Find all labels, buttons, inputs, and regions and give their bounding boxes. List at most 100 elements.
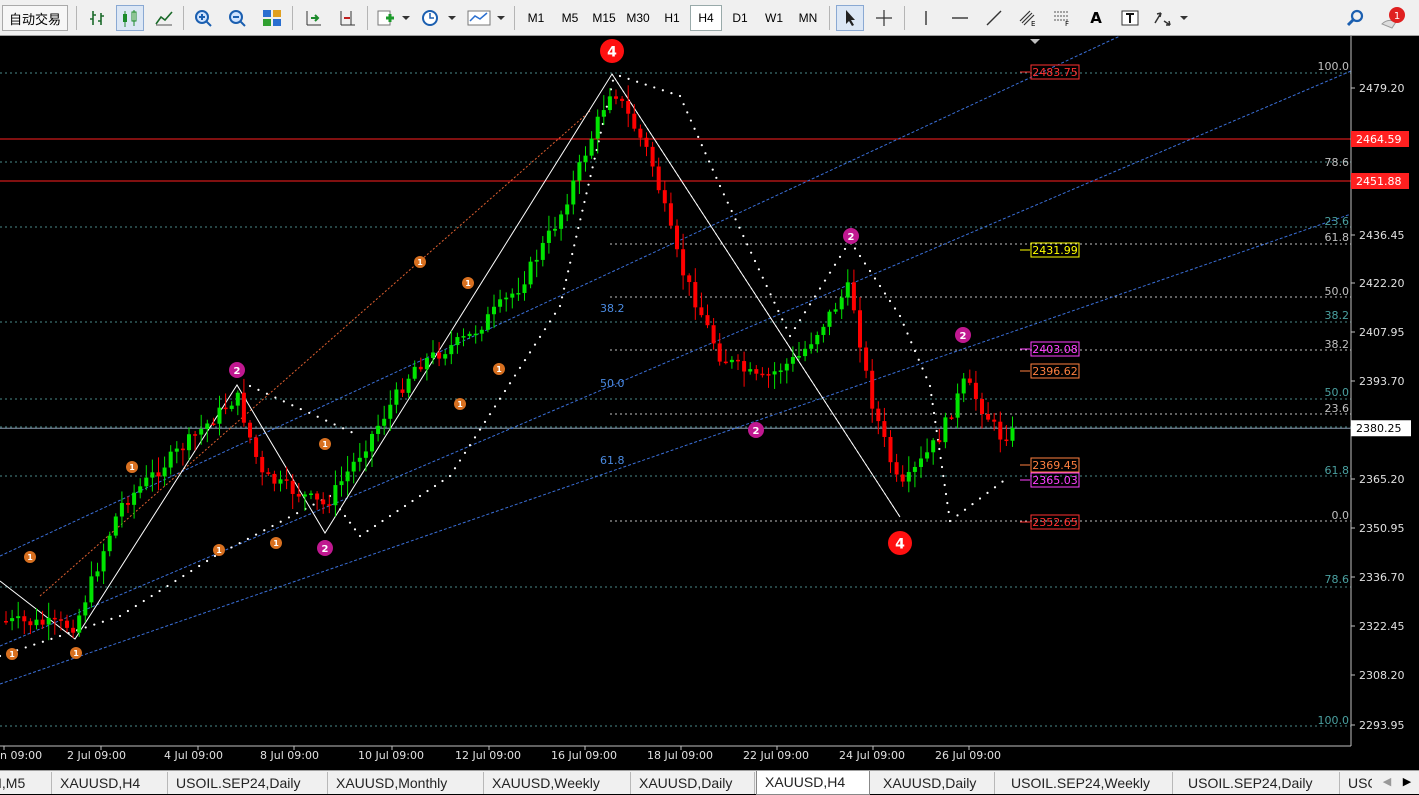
parabolic-dot	[358, 534, 362, 538]
candle-body	[254, 437, 259, 457]
candle-body	[272, 473, 277, 484]
tab-chart-8[interactable]: XAUUSD,Daily	[875, 772, 995, 794]
timeframe-m1[interactable]: M1	[520, 5, 552, 31]
parabolic-dot	[738, 226, 741, 229]
parabolic-dot	[863, 262, 867, 265]
tab-chart-10[interactable]: USOIL.SEP24,Daily	[1180, 772, 1340, 794]
price-label: 2322.45	[1359, 620, 1405, 633]
tab-chart-2[interactable]: XAUUSD,H4	[52, 772, 168, 794]
candle-body	[351, 461, 356, 472]
arrows-dropdown[interactable]	[1150, 5, 1190, 31]
trendline-icon[interactable]	[980, 5, 1008, 31]
timeframe-m30[interactable]: M30	[622, 5, 654, 31]
fib-right-label: 38.2	[1325, 309, 1350, 322]
candle-body	[95, 571, 100, 577]
candle-body	[742, 361, 747, 372]
parabolic-dot	[803, 311, 807, 314]
timeframe-w1[interactable]: W1	[758, 5, 790, 31]
parabolic-dot	[986, 491, 989, 494]
vertical-line-icon[interactable]	[912, 5, 940, 31]
candle-body	[83, 602, 88, 616]
parabolic-dot	[0, 654, 2, 658]
candle-body	[156, 472, 161, 477]
indicators-dropdown[interactable]	[374, 5, 412, 31]
fib-right-label: 78.6	[1325, 156, 1350, 169]
wave-label: 1	[273, 539, 279, 548]
level-box-value: 2352.65	[1032, 516, 1078, 529]
tab-chart-4[interactable]: XAUUSD,Monthly	[328, 772, 484, 794]
tab-chart-1[interactable]: I,M5	[0, 772, 52, 794]
auto-scroll-icon[interactable]	[299, 5, 327, 31]
timeframe-h4[interactable]: H4	[690, 5, 722, 31]
timeframe-m5[interactable]: M5	[554, 5, 586, 31]
horizontal-line-icon[interactable]	[946, 5, 974, 31]
parabolic-dot	[373, 524, 377, 528]
text-tool-icon[interactable]: A	[1082, 5, 1110, 31]
notifications-icon[interactable]: 1	[1378, 5, 1408, 31]
candle-body	[675, 225, 679, 250]
parabolic-dot	[808, 303, 812, 306]
candle-body	[284, 479, 289, 481]
periods-dropdown[interactable]	[418, 5, 458, 31]
candle-body	[638, 128, 643, 138]
chart-canvas[interactable]: 442222211 11111111138.250.061.8100.078.62…	[0, 36, 1419, 770]
parabolic-dot	[312, 503, 315, 506]
timeframe-mn[interactable]: MN	[792, 5, 824, 31]
price-label: 2365.20	[1359, 473, 1405, 486]
candle-body	[150, 472, 155, 478]
parabolic-dot	[571, 252, 574, 256]
candle-body	[937, 440, 942, 443]
chart-labels: 4 4 2 2 2 2 2 1 1 1 1 1 1 1 1 1 1 1 38.2 50.0 61.8 100.0 78.6 2…	[6, 39, 1349, 727]
line-chart-icon[interactable]	[150, 5, 178, 31]
parabolic-dot	[742, 234, 745, 238]
candle-body	[961, 378, 966, 394]
tile-windows-icon[interactable]	[258, 5, 286, 31]
candle-body	[766, 374, 771, 376]
tab-chart-3[interactable]: USOIL.SEP24,Daily	[168, 772, 328, 794]
candle-body	[138, 486, 143, 493]
candle-body	[803, 348, 808, 357]
timeframe-m15[interactable]: M15	[588, 5, 620, 31]
parabolic-dot	[589, 174, 592, 178]
tab-scroll-right-icon[interactable]: ▶	[1400, 775, 1414, 791]
cursor-icon[interactable]	[836, 5, 864, 31]
parabolic-dot	[773, 301, 776, 304]
zoom-out-icon[interactable]	[224, 5, 252, 31]
chart-shift-marker	[1030, 39, 1040, 44]
candle-body	[461, 336, 466, 338]
candle-body	[290, 480, 295, 494]
price-chart[interactable]: 4 4 2 2 2 2 2 1 1 1 1 1 1 1 1 1 1 1 38.2 50.0 61.8 100.0 78.6 2…	[0, 36, 1419, 770]
tab-chart-7[interactable]: XAUUSD,H4	[756, 771, 870, 795]
parabolic-dot	[118, 614, 122, 618]
equidistant-channel-icon[interactable]: E	[1014, 5, 1042, 31]
parabolic-dot	[282, 400, 285, 403]
tab-chart-6[interactable]: XAUUSD,Daily	[631, 772, 755, 794]
chart-shift-icon[interactable]	[333, 5, 361, 31]
wave-label: 2	[960, 331, 967, 342]
candlestick-chart-icon[interactable]	[116, 5, 144, 31]
templates-dropdown[interactable]	[465, 5, 507, 31]
candle-body	[394, 389, 399, 405]
parabolic-dot	[350, 431, 353, 434]
fibonacci-icon[interactable]: F	[1048, 5, 1076, 31]
crosshair-icon[interactable]	[870, 5, 898, 31]
tab-chart-5[interactable]: XAUUSD,Weekly	[484, 772, 631, 794]
tab-scroll-left-icon[interactable]: ◀	[1380, 775, 1394, 791]
search-icon[interactable]	[1342, 5, 1370, 31]
bar-chart-icon[interactable]	[84, 5, 112, 31]
tab-chart-11[interactable]: USO	[1340, 772, 1372, 794]
tab-chart-9[interactable]: USOIL.SEP24,Weekly	[1003, 772, 1173, 794]
level-box-value: 2365.03	[1032, 474, 1078, 487]
zoom-in-icon[interactable]	[190, 5, 218, 31]
auto-trade-button[interactable]: 自动交易	[2, 5, 68, 31]
parabolic-dot	[558, 304, 562, 308]
parabolic-dot	[333, 423, 336, 426]
timeframe-h1[interactable]: H1	[656, 5, 688, 31]
text-label-icon[interactable]	[1116, 5, 1144, 31]
timeframe-d1[interactable]: D1	[724, 5, 756, 31]
candle-body	[302, 494, 307, 497]
parabolic-dot	[271, 524, 274, 528]
parabolic-dot	[126, 609, 130, 613]
candle-body	[388, 404, 393, 419]
candle-body	[790, 357, 795, 364]
